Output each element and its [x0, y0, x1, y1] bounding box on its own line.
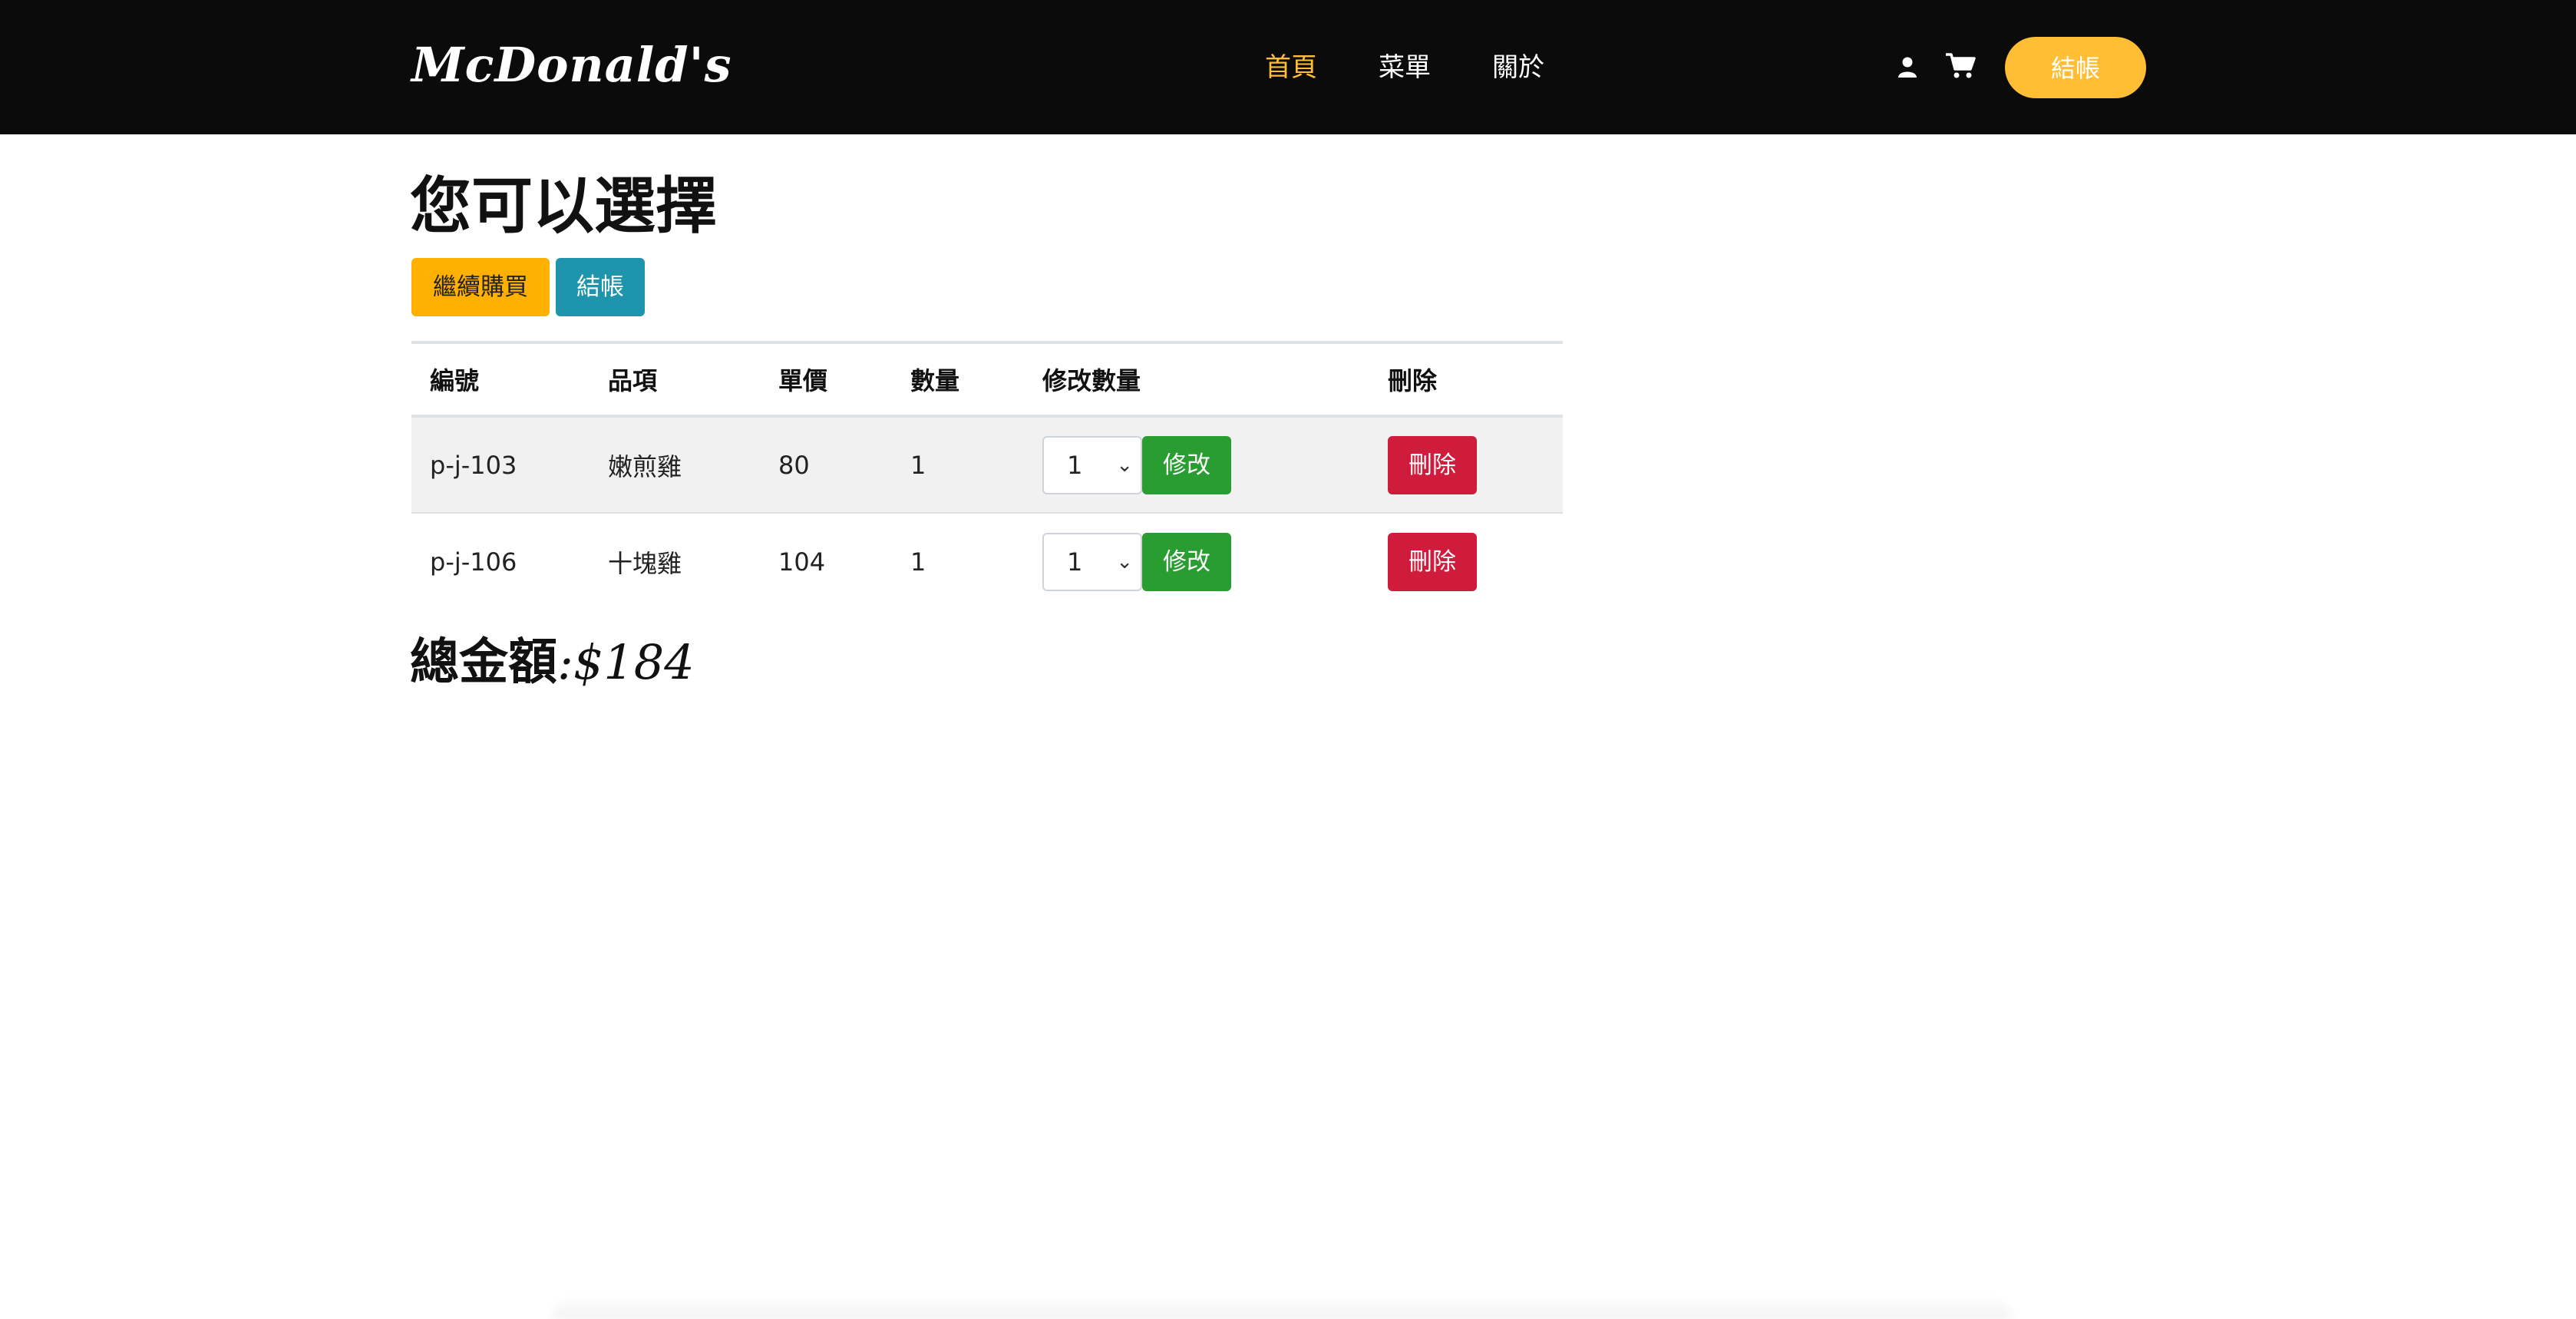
site-header: McDonald's 首頁 菜單 關於 結帳 [0, 0, 2576, 134]
cart-icon[interactable] [1945, 52, 1976, 80]
total-amount: 總金額:$184 [410, 628, 695, 697]
quantity-select-value: 1 [1067, 450, 1083, 480]
nav-link-menu[interactable]: 菜單 [1379, 45, 1431, 91]
header-id: 編號 [430, 366, 480, 395]
cell-edit-qty: 1 ⌄ 修改 [1024, 513, 1369, 610]
main-nav: 首頁 菜單 關於 [1265, 45, 1606, 91]
user-icon[interactable] [1896, 55, 1919, 78]
cart-table: 編號 品項 單價 數量 修改數量 刪除 p-j-103 嫩煎雞 80 1 1 ⌄… [411, 341, 1563, 610]
cell-delete: 刪除 [1369, 416, 1563, 513]
table-row: p-j-106 十塊雞 104 1 1 ⌄ 修改 刪除 [411, 513, 1563, 610]
header-checkout-button[interactable]: 結帳 [2005, 37, 2146, 98]
cell-item: 十塊雞 [608, 548, 682, 578]
header-item: 品項 [608, 366, 658, 395]
continue-shopping-button[interactable]: 繼續購買 [411, 258, 550, 316]
checkout-button[interactable]: 結帳 [556, 258, 645, 316]
header-delete: 刪除 [1388, 366, 1438, 395]
header-qty: 數量 [910, 366, 960, 395]
brand-logo[interactable]: McDonald's [411, 31, 732, 100]
footer-shadow [553, 1298, 2011, 1319]
cell-qty: 1 [910, 547, 926, 577]
cell-price: 104 [778, 547, 826, 577]
cell-id: p-j-103 [430, 450, 517, 480]
page-title: 您可以選擇 [410, 170, 717, 242]
cell-item: 嫩煎雞 [608, 451, 682, 481]
header-edit-qty: 修改數量 [1042, 366, 1141, 395]
table-header-row: 編號 品項 單價 數量 修改數量 刪除 [411, 342, 1563, 416]
quantity-select[interactable]: 1 ⌄ [1042, 532, 1142, 591]
cell-price: 80 [778, 450, 810, 480]
cell-qty: 1 [910, 450, 926, 480]
delete-button[interactable]: 刪除 [1388, 532, 1477, 591]
total-label: 總金額 [410, 634, 557, 691]
delete-button[interactable]: 刪除 [1388, 435, 1477, 494]
total-value: :$184 [557, 634, 695, 690]
nav-link-home[interactable]: 首頁 [1265, 45, 1317, 91]
edit-button[interactable]: 修改 [1142, 532, 1231, 591]
table-row: p-j-103 嫩煎雞 80 1 1 ⌄ 修改 刪除 [411, 416, 1563, 513]
nav-link-about[interactable]: 關於 [1492, 45, 1544, 91]
quantity-select[interactable]: 1 ⌄ [1042, 435, 1142, 494]
header-price: 單價 [778, 366, 828, 395]
chevron-down-icon: ⌄ [1116, 453, 1133, 477]
cell-id: p-j-106 [430, 547, 517, 577]
cell-delete: 刪除 [1369, 513, 1563, 610]
chevron-down-icon: ⌄ [1116, 550, 1133, 574]
edit-button[interactable]: 修改 [1142, 435, 1231, 494]
quantity-select-value: 1 [1067, 547, 1083, 577]
cell-edit-qty: 1 ⌄ 修改 [1024, 416, 1369, 513]
